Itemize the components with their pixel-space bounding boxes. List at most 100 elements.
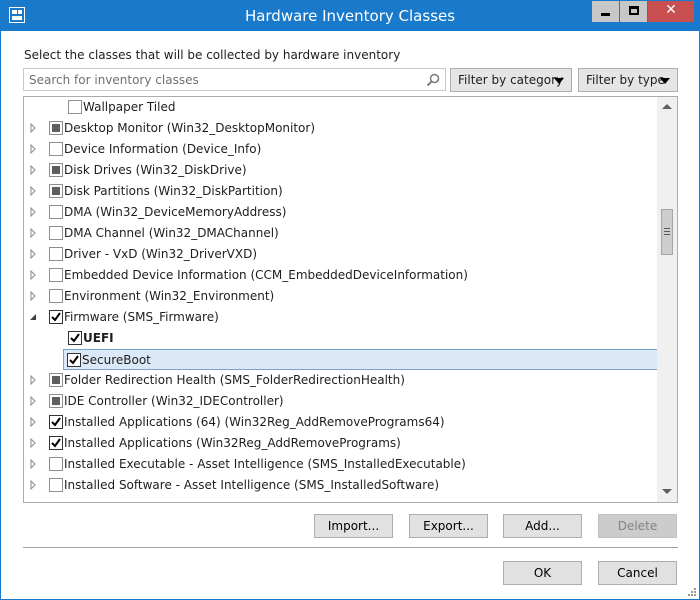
tree-scrollbar[interactable]	[657, 97, 677, 502]
maximize-button[interactable]	[620, 1, 647, 22]
tree-row[interactable]: Disk Partitions (Win32_DiskPartition)	[24, 181, 660, 202]
delete-button[interactable]: Delete	[598, 514, 677, 538]
partial-check-icon	[52, 397, 60, 405]
tree-row[interactable]: Environment (Win32_Environment)	[24, 286, 660, 307]
filter-by-type-button[interactable]: Filter by type	[578, 68, 678, 92]
expanded-arrow-icon[interactable]	[28, 312, 38, 322]
search-icon[interactable]	[425, 72, 441, 88]
import-button[interactable]: Import...	[314, 514, 393, 538]
tree-row-label: Wallpaper Tiled	[83, 100, 176, 114]
collapsed-arrow-icon[interactable]	[28, 417, 38, 427]
tree-row[interactable]: Embedded Device Information (CCM_Embedde…	[24, 265, 660, 286]
maximize-icon	[629, 6, 639, 15]
tree-row[interactable]: Driver - VxD (Win32_DriverVXD)	[24, 244, 660, 265]
collapsed-arrow-icon[interactable]	[28, 123, 38, 133]
filter-by-category-label: Filter by category	[458, 73, 564, 87]
title-bar[interactable]: Hardware Inventory Classes ✕	[1, 1, 699, 31]
class-checkbox[interactable]	[49, 289, 63, 303]
collapsed-arrow-icon[interactable]	[28, 438, 38, 448]
class-checkbox[interactable]	[49, 247, 63, 261]
close-button[interactable]: ✕	[648, 1, 694, 22]
partial-check-icon	[52, 124, 60, 132]
checkmark-icon	[51, 312, 61, 322]
class-checkbox[interactable]	[49, 121, 63, 135]
tree-row[interactable]: DMA Channel (Win32_DMAChannel)	[24, 223, 660, 244]
add-button[interactable]: Add...	[503, 514, 582, 538]
tree-row[interactable]: Disk Drives (Win32_DiskDrive)	[24, 160, 660, 181]
tree-row-label: Installed Software - Asset Intelligence …	[64, 478, 440, 492]
tree-row[interactable]: DMA (Win32_DeviceMemoryAddress)	[24, 202, 660, 223]
tree-row[interactable]: Wallpaper Tiled	[24, 97, 660, 118]
tree-row[interactable]: UEFI	[24, 328, 660, 349]
tree-row[interactable]: Installed Executable - Asset Intelligenc…	[24, 454, 660, 475]
dialog-window: Hardware Inventory Classes ✕ Select the …	[0, 0, 700, 600]
class-checkbox[interactable]	[49, 184, 63, 198]
checkmark-icon	[70, 333, 80, 343]
collapsed-arrow-icon[interactable]	[28, 291, 38, 301]
collapsed-arrow-icon[interactable]	[28, 207, 38, 217]
dropdown-arrow-icon	[554, 78, 564, 84]
ok-button[interactable]: OK	[503, 561, 582, 585]
collapsed-arrow-icon[interactable]	[28, 375, 38, 385]
class-checkbox[interactable]	[49, 373, 63, 387]
search-input[interactable]	[24, 69, 419, 90]
partial-check-icon	[52, 187, 60, 195]
scroll-down-arrow-icon[interactable]	[662, 489, 672, 494]
filter-by-category-button[interactable]: Filter by category	[450, 68, 572, 92]
collapsed-arrow-icon[interactable]	[28, 270, 38, 280]
class-checkbox[interactable]	[49, 268, 63, 282]
tree-row[interactable]: Installed Applications (64) (Win32Reg_Ad…	[24, 412, 660, 433]
tree-row-label: DMA (Win32_DeviceMemoryAddress)	[64, 205, 287, 219]
collapsed-arrow-icon[interactable]	[28, 228, 38, 238]
minimize-button[interactable]	[592, 1, 619, 22]
tree-row[interactable]: SecureBoot	[63, 349, 659, 370]
export-button[interactable]: Export...	[409, 514, 488, 538]
class-checkbox[interactable]	[49, 457, 63, 471]
tree-row-label: Folder Redirection Health (SMS_FolderRed…	[64, 373, 405, 387]
class-checkbox[interactable]	[49, 394, 63, 408]
collapsed-arrow-icon[interactable]	[28, 480, 38, 490]
cancel-button[interactable]: Cancel	[598, 561, 677, 585]
class-checkbox[interactable]	[49, 478, 63, 492]
collapsed-arrow-icon[interactable]	[28, 144, 38, 154]
class-checkbox[interactable]	[49, 226, 63, 240]
tree-row[interactable]: Device Information (Device_Info)	[24, 139, 660, 160]
tree-row-label: SecureBoot	[82, 353, 151, 367]
class-checkbox[interactable]	[49, 415, 63, 429]
divider	[23, 547, 678, 548]
class-checkbox[interactable]	[68, 100, 82, 114]
checkmark-icon	[69, 355, 79, 365]
tree-row[interactable]: Firmware (SMS_Firmware)	[24, 307, 660, 328]
scroll-up-arrow-icon[interactable]	[662, 104, 672, 109]
tree-row[interactable]: IDE Controller (Win32_IDEController)	[24, 391, 660, 412]
collapsed-arrow-icon[interactable]	[28, 459, 38, 469]
search-box[interactable]	[23, 68, 446, 91]
tree-row[interactable]: Folder Redirection Health (SMS_FolderRed…	[24, 370, 660, 391]
resize-grip-icon[interactable]	[686, 586, 696, 596]
tree-row-label: Environment (Win32_Environment)	[64, 289, 275, 303]
class-checkbox[interactable]	[68, 331, 82, 345]
collapsed-arrow-icon[interactable]	[28, 186, 38, 196]
collapsed-arrow-icon[interactable]	[28, 249, 38, 259]
scroll-thumb[interactable]	[661, 209, 673, 255]
class-checkbox[interactable]	[49, 142, 63, 156]
class-tree[interactable]: Wallpaper Tiled Desktop Monitor (Win32_De…	[23, 96, 678, 503]
close-icon: ✕	[665, 2, 677, 18]
minimize-icon	[601, 13, 610, 16]
tree-row[interactable]: Installed Applications (Win32Reg_AddRemo…	[24, 433, 660, 454]
class-checkbox[interactable]	[67, 353, 81, 367]
tree-row-label: Firmware (SMS_Firmware)	[64, 310, 219, 324]
description-label: Select the classes that will be collecte…	[24, 48, 401, 62]
tree-row-label: UEFI	[83, 331, 114, 345]
class-checkbox[interactable]	[49, 436, 63, 450]
collapsed-arrow-icon[interactable]	[28, 165, 38, 175]
collapsed-arrow-icon[interactable]	[28, 396, 38, 406]
class-checkbox[interactable]	[49, 163, 63, 177]
tree-row[interactable]: Desktop Monitor (Win32_DesktopMonitor)	[24, 118, 660, 139]
tree-row-label: DMA Channel (Win32_DMAChannel)	[64, 226, 279, 240]
tree-row[interactable]: Installed Software - Asset Intelligence …	[24, 475, 660, 496]
class-checkbox[interactable]	[49, 310, 63, 324]
class-checkbox[interactable]	[49, 205, 63, 219]
partial-check-icon	[52, 376, 60, 384]
tree-row-label: Embedded Device Information (CCM_Embedde…	[64, 268, 468, 282]
